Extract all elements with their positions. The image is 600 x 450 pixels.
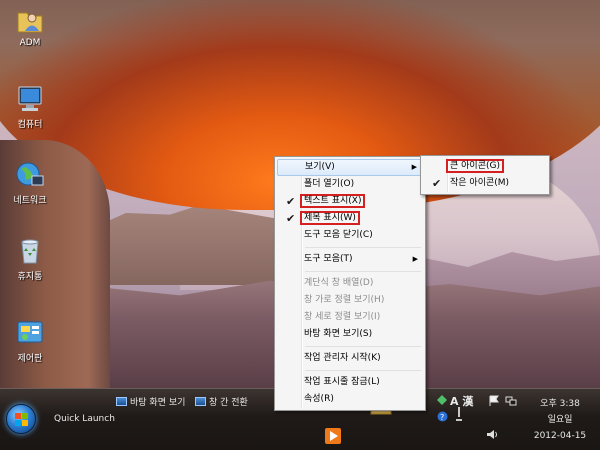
submenu-arrow-icon: ▶ [412,255,418,263]
menu-item-label: 작은 아이콘(M) [450,178,510,188]
menu-item-label: 큰 아이콘(G) [446,159,504,173]
checkmark-icon: ✔ [432,177,442,190]
menu-item-label: 속성(R) [304,394,334,404]
menu-item-cascade-windows: 계단식 창 배열(D) [277,275,423,292]
menu-item-show-text[interactable]: ✔ 텍스트 표시(X) [277,193,423,210]
menu-item-label: 보기(V) [305,162,335,172]
desktop-icon-network[interactable]: 네트워크 [0,160,60,206]
menu-item-toolbars[interactable]: 도구 모음(T) ▶ [277,251,423,268]
menu-item-show-title[interactable]: ✔ 제목 표시(W) [277,210,423,227]
clock-time: 오후 3:38 [540,399,580,409]
flag-icon[interactable] [488,395,500,407]
taskbar-context-menu: 보기(V) ▶ 폴더 열기(O) ✔ 텍스트 표시(X) ✔ 제목 표시(W) … [274,156,426,411]
quick-launch-label: Quick Launch [54,414,115,424]
menu-item-label: 바탕 화면 보기(S) [304,329,373,339]
desktop-icon-label: 네트워크 [13,196,47,206]
submenu-item-large-icons[interactable]: 큰 아이콘(G) [423,158,547,175]
menu-item-lock-taskbar[interactable]: 작업 표시줄 잠금(L) [277,374,423,391]
desktop-icon-user-folder[interactable]: ADM [0,5,60,48]
desktop-icon-label: ADM [19,38,41,48]
submenu-item-small-icons[interactable]: ✔ 작은 아이콘(M) [423,175,547,192]
submenu-arrow-icon: ▶ [411,163,417,171]
menu-item-show-desktop[interactable]: 바탕 화면 보기(S) [277,326,423,343]
switch-windows-label: 창 간 전환 [209,398,248,408]
switch-windows-icon [195,397,206,406]
wallpaper-mesa [90,205,290,285]
menu-item-label: 폴더 열기(O) [304,179,355,189]
control-panel-icon [17,321,43,343]
view-submenu: 큰 아이콘(G) ✔ 작은 아이콘(M) [420,155,550,195]
menu-item-open-folder[interactable]: 폴더 열기(O) [277,176,423,193]
show-desktop-label: 바탕 화면 보기 [130,398,186,408]
help-icon[interactable]: ? [437,411,448,422]
language-bar-icon[interactable] [437,395,447,405]
ime-pad-icon[interactable] [455,407,463,421]
menu-item-label: 작업 표시줄 잠금(L) [304,377,380,387]
network-icon [16,162,44,186]
desktop-icon-computer[interactable]: 컴퓨터 [0,84,60,130]
menu-item-tile-vertical: 창 세로 정렬 보기(I) [277,309,423,326]
menu-item-properties[interactable]: 속성(R) [277,391,423,408]
computer-icon [18,86,42,111]
checkmark-icon: ✔ [286,195,296,208]
menu-item-label: 제목 표시(W) [300,211,360,225]
clock-date: 2012-04-15 [533,431,587,441]
menu-item-task-manager[interactable]: 작업 관리자 시작(K) [277,350,423,367]
menu-item-tile-horizontal: 창 가로 정렬 보기(H) [277,292,423,309]
desktop-icon-label: 휴지통 [17,272,43,282]
desktop-icon-control-panel[interactable]: 제어판 [0,318,60,364]
menu-separator [305,370,421,371]
desktop-icon-label: 제어판 [17,354,43,364]
network-tray-icon[interactable] [505,395,517,407]
show-desktop-button[interactable]: 바탕 화면 보기 [116,395,185,408]
switch-windows-button[interactable]: 창 간 전환 [195,395,248,408]
desktop-icon-label: 컴퓨터 [17,120,43,130]
taskbar-clock[interactable]: 오후 3:38 일요일 2012-04-15 [520,396,600,444]
user-folder-icon [17,12,43,33]
start-button[interactable] [6,404,36,434]
menu-item-label: 도구 모음(T) [304,254,353,264]
menu-item-label: 텍스트 표시(X) [300,194,366,208]
recycle-bin-icon [21,239,39,264]
menu-item-label: 창 가로 정렬 보기(H) [304,295,385,305]
menu-separator [305,271,421,272]
menu-separator [305,346,421,347]
volume-icon[interactable] [486,429,498,440]
checkmark-icon: ✔ [286,212,296,225]
menu-item-label: 창 세로 정렬 보기(I) [304,312,381,322]
media-player-icon[interactable] [324,427,342,445]
menu-item-close-toolbar[interactable]: 도구 모음 닫기(C) [277,227,423,244]
clock-weekday: 일요일 [547,415,573,425]
menu-item-label: 계단식 창 배열(D) [304,278,374,288]
menu-item-label: 도구 모음 닫기(C) [304,230,373,240]
menu-item-label: 작업 관리자 시작(K) [304,353,381,363]
menu-separator [305,247,421,248]
menu-item-view[interactable]: 보기(V) ▶ [277,159,423,176]
show-desktop-icon [116,397,127,406]
svg-text:?: ? [440,413,444,422]
desktop-icon-recycle-bin[interactable]: 휴지통 [0,236,60,282]
